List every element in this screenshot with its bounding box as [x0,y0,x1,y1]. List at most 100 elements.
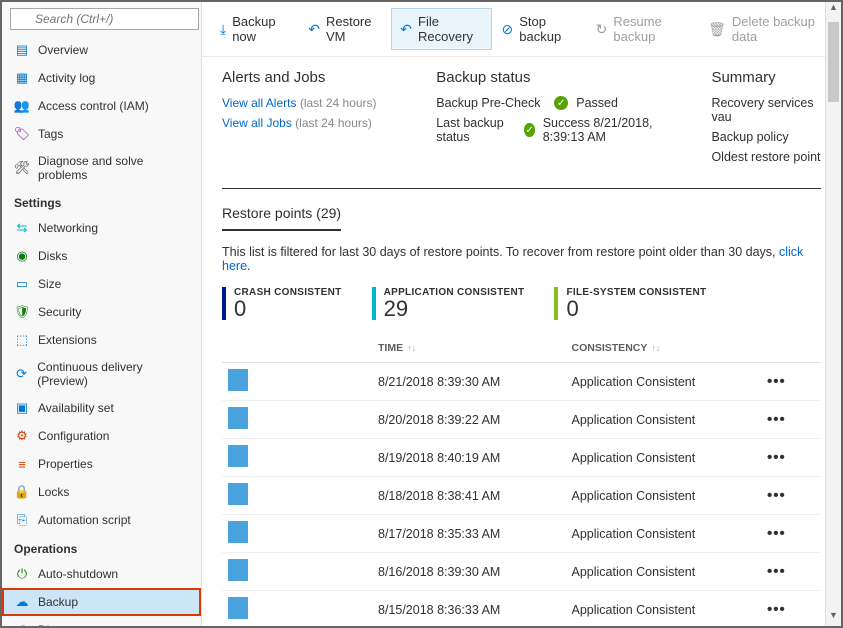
sidebar-item-activity-log[interactable]: ▦Activity log [2,64,201,92]
nav-label: Access control (IAM) [38,99,149,113]
config-icon: ⚙ [14,428,30,444]
cell-consistency: Application Consistent [566,439,761,477]
cell-time: 8/19/2018 8:40:19 AM [372,439,566,477]
scroll-down-icon[interactable]: ▼ [826,610,841,626]
sidebar-item-backup[interactable]: ☁ Backup [2,588,201,616]
backup-now-button[interactable]: ⤓Backup now [212,9,298,49]
file-recovery-button[interactable]: ↶File Recovery [391,8,491,50]
nav-label: Backup [38,595,78,609]
sidebar-item-disaster-recovery[interactable]: ⟲ Disaster recovery [2,616,201,626]
row-menu-button[interactable]: ••• [767,449,786,466]
stop-backup-icon: ⊘ [502,21,514,38]
nav-label: Security [38,305,81,319]
diagnose-icon: 🛠 [14,160,30,176]
delete-backup-icon: 🗑 [708,21,726,38]
dr-icon: ⟲ [14,622,30,626]
nav-label: Locks [38,485,69,499]
sidebar-item-security[interactable]: 🛡 Security [2,298,201,326]
nav-label: Disks [38,249,67,263]
sidebar-item-diagnose-and-solve-problems[interactable]: 🛠 Diagnose and solve problems [2,148,201,188]
sidebar-item-extensions[interactable]: ⬚Extensions [2,326,201,354]
table-row[interactable]: 8/21/2018 8:39:30 AMApplication Consiste… [222,363,821,401]
restore-vm-button[interactable]: ↶Restore VM [300,9,389,49]
nav-label: Diagnose and solve problems [38,154,189,182]
sidebar-item-properties[interactable]: ≡ Properties [2,450,201,478]
row-menu-button[interactable]: ••• [767,487,786,504]
scroll-up-icon[interactable]: ▲ [826,2,841,18]
sidebar-item-access-control-iam-[interactable]: 👥 Access control (IAM) [2,92,201,120]
cell-time: 8/21/2018 8:39:30 AM [372,363,566,401]
nav-heading: Operations [2,534,201,560]
summary-policy: Backup policy [711,130,821,144]
nav-label: Overview [38,43,88,57]
disks-icon: ◉ [14,248,30,264]
sidebar-item-availability-set[interactable]: ▣Availability set [2,394,201,422]
row-menu-button[interactable]: ••• [767,411,786,428]
search-input[interactable] [10,8,199,30]
sidebar-item-locks[interactable]: 🔒Locks [2,478,201,506]
sidebar-item-size[interactable]: ▭Size [2,270,201,298]
stop-backup-button[interactable]: ⊘Stop backup [494,9,586,49]
cell-time: 8/18/2018 8:38:41 AM [372,477,566,515]
col-consistency[interactable]: CONSISTENCY↑↓ [566,334,761,363]
stat-crash: CRASH CONSISTENT0 [222,287,342,320]
sidebar-item-disks[interactable]: ◉ Disks [2,242,201,270]
cell-time: 8/15/2018 8:36:33 AM [372,591,566,627]
props-icon: ≡ [14,456,30,472]
row-menu-button[interactable]: ••• [767,373,786,390]
row-menu-button[interactable]: ••• [767,601,786,618]
table-row[interactable]: 8/20/2018 8:39:22 AMApplication Consiste… [222,401,821,439]
security-icon: 🛡 [14,304,30,320]
backup-now-icon: ⤓ [220,21,226,38]
nav-heading: Settings [2,188,201,214]
row-menu-button[interactable]: ••• [767,563,786,580]
table-row[interactable]: 8/16/2018 8:39:30 AMApplication Consiste… [222,553,821,591]
nav-label: Disaster recovery [38,623,131,626]
sidebar-item-networking[interactable]: ⇆Networking [2,214,201,242]
cell-time: 8/16/2018 8:39:30 AM [372,553,566,591]
nav-label: Configuration [38,429,109,443]
scroll-thumb[interactable] [828,22,839,102]
status-heading: Backup status [436,69,671,86]
table-row[interactable]: 8/17/2018 8:35:33 AMApplication Consiste… [222,515,821,553]
sidebar-item-tags[interactable]: 🏷Tags [2,120,201,148]
scrollbar[interactable]: ▲ ▼ [825,2,841,626]
sidebar-item-configuration[interactable]: ⚙ Configuration [2,422,201,450]
alerts-heading: Alerts and Jobs [222,69,396,86]
iam-icon: 👥 [14,98,30,114]
cell-time: 8/17/2018 8:35:33 AM [372,515,566,553]
col-time[interactable]: TIME↑↓ [372,334,566,363]
summary-oldest: Oldest restore point [711,150,821,164]
view-jobs-link[interactable]: View all Jobs [222,116,292,130]
precheck-label: Backup Pre-Check [436,96,546,110]
ext-icon: ⬚ [14,332,30,348]
sidebar-item-continuous-delivery-preview-[interactable]: ⟳Continuous delivery (Preview) [2,354,201,394]
avail-icon: ▣ [14,400,30,416]
table-row[interactable]: 8/18/2018 8:38:41 AMApplication Consiste… [222,477,821,515]
table-row[interactable]: 8/19/2018 8:40:19 AMApplication Consiste… [222,439,821,477]
activity-icon: ▦ [14,70,30,86]
cell-consistency: Application Consistent [566,591,761,627]
backup-icon: ☁ [14,594,30,610]
nav-label: Properties [38,457,93,471]
nav-label: Auto-shutdown [38,567,118,581]
bar-icon [228,559,248,581]
view-alerts-link[interactable]: View all Alerts [222,96,296,110]
sort-icon: ↑↓ [407,343,416,353]
bar-icon [228,597,248,619]
net-icon: ⇆ [14,220,30,236]
sidebar-item-auto-shutdown[interactable]: ⏻Auto-shutdown [2,560,201,588]
cell-consistency: Application Consistent [566,401,761,439]
cell-consistency: Application Consistent [566,363,761,401]
stat-fs: FILE-SYSTEM CONSISTENT0 [554,287,706,320]
stat-app: APPLICATION CONSISTENT29 [372,287,525,320]
nav-label: Size [38,277,61,291]
table-row[interactable]: 8/15/2018 8:36:33 AMApplication Consiste… [222,591,821,627]
sidebar-item-automation-script[interactable]: ⎘Automation script [2,506,201,534]
cd-icon: ⟳ [14,366,29,382]
sidebar-item-overview[interactable]: ▤Overview [2,36,201,64]
precheck-value: Passed [576,96,618,110]
nav-label: Tags [38,127,63,141]
row-menu-button[interactable]: ••• [767,525,786,542]
restore-vm-icon: ↶ [308,21,320,38]
